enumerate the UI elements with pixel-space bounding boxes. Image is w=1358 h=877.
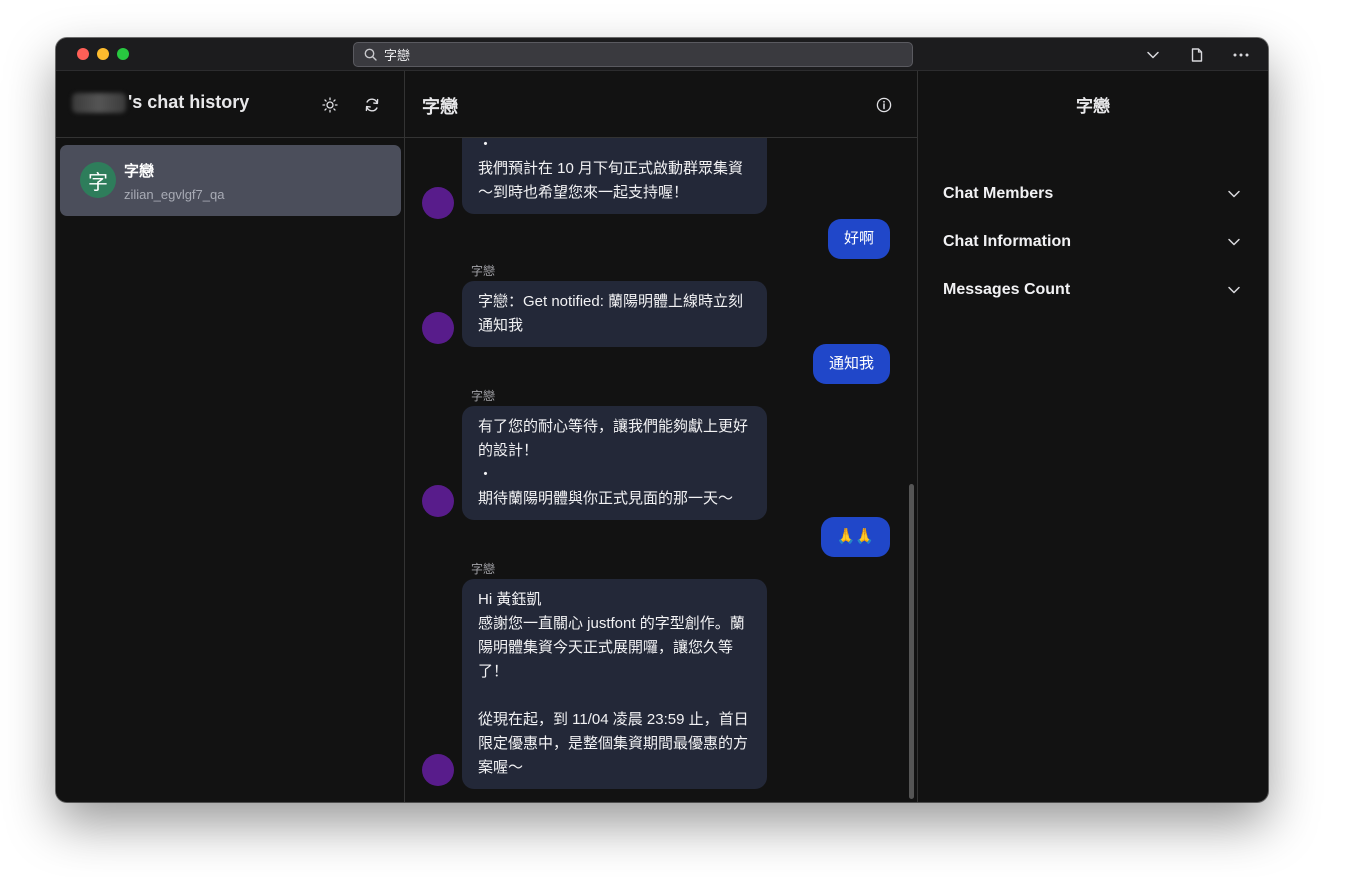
chat-username: zilian_egvlgf7_qa <box>124 187 225 202</box>
sender-name: 字戀 <box>471 264 496 278</box>
outgoing-message: 通知我 <box>812 344 890 384</box>
minimize-window-button[interactable] <box>97 48 109 60</box>
messages-count-section[interactable]: Messages Count <box>943 275 1241 305</box>
conversation-pane: 字戀 ・ 我們預計在 10 月下旬正式啟動群眾集資～到時也希望您來一起支持喔！ … <box>405 71 918 802</box>
sender-avatar <box>422 754 454 786</box>
section-label: Chat Information <box>943 233 1071 250</box>
scrollbar-thumb[interactable] <box>909 484 914 799</box>
chat-information-section[interactable]: Chat Information <box>943 227 1241 257</box>
refresh-button[interactable] <box>359 92 385 118</box>
more-options-icon[interactable] <box>1232 46 1250 64</box>
chevron-down-icon[interactable] <box>1144 46 1162 64</box>
chevron-down-icon <box>1228 286 1240 294</box>
outgoing-message: 🙏🙏 <box>820 517 890 557</box>
search-input-value: 字戀 <box>384 48 411 63</box>
chevron-down-icon <box>1228 238 1240 246</box>
search-icon <box>364 48 377 61</box>
theme-toggle-button[interactable] <box>317 92 343 118</box>
chat-members-section[interactable]: Chat Members <box>943 179 1241 209</box>
sender-name: 字戀 <box>471 562 496 576</box>
conversation-header: 字戀 <box>405 71 917 138</box>
incoming-message: Hi 黃鈺凱 感謝您一直關心 justfont 的字型創作。蘭陽明體集資今天正式… <box>462 579 767 789</box>
info-icon <box>876 97 892 113</box>
incoming-message: ・ 我們預計在 10 月下旬正式啟動群眾集資～到時也希望您來一起支持喔！ <box>462 138 767 214</box>
chat-avatar: 字 <box>80 162 116 198</box>
outgoing-message: 好啊 <box>827 219 890 259</box>
sender-name: 字戀 <box>471 389 496 403</box>
details-pane: 字戀 Chat Members Chat Information Message… <box>918 71 1268 802</box>
sidebar: 's chat history 字 字戀 zilian_egvlgf7_qa <box>56 71 405 802</box>
section-label: Chat Members <box>943 185 1054 202</box>
chevron-down-icon <box>1228 190 1240 198</box>
details-title: 字戀 <box>1076 97 1110 116</box>
info-button[interactable] <box>871 92 897 118</box>
app-window: 字戀 's chat history 字 字戀 zilian_egvlgf7_q… <box>56 38 1268 802</box>
title-bar: 字戀 <box>56 38 1268 71</box>
sidebar-header: 's chat history <box>56 71 404 138</box>
message-scrollbar[interactable] <box>909 138 915 802</box>
message-list[interactable]: ・ 我們預計在 10 月下旬正式啟動群眾集資～到時也希望您來一起支持喔！ 好啊 … <box>405 138 917 802</box>
chat-name: 字戀 <box>124 163 155 180</box>
chat-list-item[interactable]: 字 字戀 zilian_egvlgf7_qa <box>60 145 401 216</box>
conversation-title: 字戀 <box>422 97 458 117</box>
document-icon[interactable] <box>1188 46 1206 64</box>
sidebar-title-text: 's chat history <box>128 92 250 112</box>
sidebar-title: 's chat history <box>72 92 249 113</box>
search-input[interactable]: 字戀 <box>353 42 913 67</box>
refresh-icon <box>365 98 379 112</box>
zoom-window-button[interactable] <box>117 48 129 60</box>
sun-icon <box>322 97 338 113</box>
sender-avatar <box>422 312 454 344</box>
incoming-message: 字戀：Get notified: 蘭陽明體上線時立刻通知我 <box>462 281 767 347</box>
sender-avatar <box>422 187 454 219</box>
sender-avatar <box>422 485 454 517</box>
close-window-button[interactable] <box>77 48 89 60</box>
incoming-message: 有了您的耐心等待，讓我們能夠獻上更好的設計！ ・ 期待蘭陽明體與你正式見面的那一… <box>462 406 767 520</box>
section-label: Messages Count <box>943 281 1071 298</box>
blurred-username <box>72 92 126 113</box>
